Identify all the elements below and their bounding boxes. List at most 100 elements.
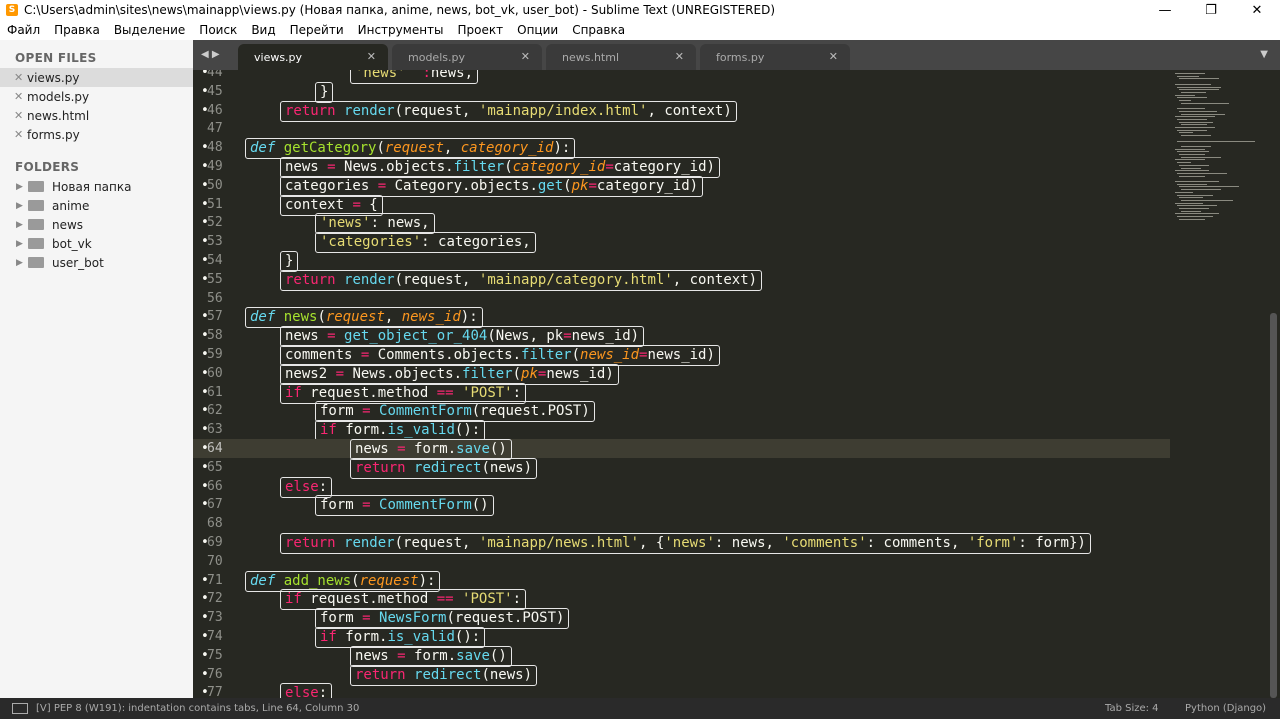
code-line[interactable]: 'news' :news, xyxy=(245,70,1170,84)
caret-right-icon[interactable]: ▶ xyxy=(16,220,28,230)
code-line[interactable]: form = NewsForm(request.POST) xyxy=(245,608,1170,630)
open-file-news-html[interactable]: ✕ news.html xyxy=(0,106,193,125)
code-token: , xyxy=(443,140,461,157)
code-line[interactable]: 'news': news, xyxy=(245,213,1170,235)
menu-selection[interactable]: Выделение xyxy=(107,23,192,37)
code-line[interactable]: return render(request, 'mainapp/news.htm… xyxy=(245,533,1170,554)
close-file-icon[interactable]: ✕ xyxy=(14,128,27,141)
line-number: • 49 xyxy=(193,157,245,176)
code-line[interactable]: def getCategory(request, category_id): xyxy=(245,138,1170,160)
tab-list-menu-icon[interactable]: ▼ xyxy=(1260,49,1268,60)
open-file-models[interactable]: ✕ models.py xyxy=(0,87,193,106)
caret-right-icon[interactable]: ▶ xyxy=(16,201,28,211)
folder-item[interactable]: ▶ news xyxy=(0,215,193,234)
tab-label: news.html xyxy=(562,50,620,64)
close-file-icon[interactable]: ✕ xyxy=(14,90,27,103)
minimap-line xyxy=(1175,73,1205,74)
code-line[interactable]: def news(request, news_id): xyxy=(245,307,1170,329)
close-tab-icon[interactable]: ✕ xyxy=(675,50,684,63)
menu-goto[interactable]: Перейти xyxy=(283,23,351,37)
code-line[interactable]: form = CommentForm() xyxy=(245,495,1170,517)
caret-right-icon[interactable]: ▶ xyxy=(16,258,28,268)
code-line[interactable]: if form.is_valid(): xyxy=(245,420,1170,442)
code-token: form xyxy=(320,403,363,420)
folder-item[interactable]: ▶ anime xyxy=(0,196,193,215)
code-editor[interactable]: 'news' :news,} return render(request, 'ma… xyxy=(245,70,1170,698)
code-line[interactable]: else: xyxy=(245,683,1170,698)
code-line[interactable]: comments = Comments.objects.filter(news_… xyxy=(245,345,1170,366)
minimize-button[interactable]: — xyxy=(1142,0,1188,20)
tab-navigation-arrows-icon[interactable]: ◀ ▶ xyxy=(201,49,220,60)
code-token: 'mainapp/news.html' xyxy=(478,535,640,551)
caret-right-icon[interactable]: ▶ xyxy=(16,182,28,192)
vertical-scrollbar[interactable] xyxy=(1268,70,1280,698)
minimap-line xyxy=(1177,97,1207,99)
code-line[interactable]: news = form.save() xyxy=(245,439,1170,460)
tab-size-indicator[interactable]: Tab Size: 4 xyxy=(1105,703,1185,714)
tab-views-py[interactable]: views.py ✕ xyxy=(238,44,388,70)
line-number-label: 48 xyxy=(207,140,223,156)
syntax-indicator[interactable]: Python (Django) xyxy=(1185,703,1280,714)
code-line[interactable]: else: xyxy=(245,476,1170,498)
menu-file[interactable]: Файл xyxy=(0,23,47,37)
code-line[interactable] xyxy=(245,552,1170,571)
code-line[interactable]: if form.is_valid(): xyxy=(245,627,1170,648)
code-line[interactable]: form = CommentForm(request.POST) xyxy=(245,401,1170,423)
menu-preferences[interactable]: Опции xyxy=(510,23,565,37)
caret-right-icon[interactable]: ▶ xyxy=(16,239,28,249)
code-line[interactable] xyxy=(245,289,1170,308)
menu-find[interactable]: Поиск xyxy=(192,23,244,37)
code-line[interactable]: context = { xyxy=(245,194,1170,216)
code-token: (): xyxy=(454,422,481,439)
code-line[interactable]: } xyxy=(245,251,1170,272)
code-line[interactable]: return render(request, 'mainapp/category… xyxy=(245,269,1170,291)
code-token: news_id) xyxy=(571,328,640,345)
maximize-button[interactable]: ❐ xyxy=(1188,0,1234,20)
minimap[interactable] xyxy=(1170,70,1268,698)
close-tab-icon[interactable]: ✕ xyxy=(829,50,838,63)
code-line[interactable]: news = News.objects.filter(category_id=c… xyxy=(245,157,1170,178)
close-window-button[interactable]: ✕ xyxy=(1234,0,1280,20)
code-token: news xyxy=(285,159,328,175)
close-tab-icon[interactable]: ✕ xyxy=(367,50,376,63)
tab-models-py[interactable]: models.py ✕ xyxy=(392,44,542,70)
code-line[interactable]: def add_news(request): xyxy=(245,570,1170,592)
panel-toggle-icon[interactable] xyxy=(12,703,28,714)
code-token: form. xyxy=(345,422,388,439)
folder-item[interactable]: ▶ Новая папка xyxy=(0,177,193,196)
menu-help[interactable]: Справка xyxy=(565,23,632,37)
code-token: : xyxy=(512,384,522,401)
code-line[interactable]: news2 = News.objects.filter(pk=news_id) xyxy=(245,363,1170,385)
menu-project[interactable]: Проект xyxy=(451,23,511,37)
open-file-views[interactable]: ✕ views.py xyxy=(0,68,193,87)
menu-tools[interactable]: Инструменты xyxy=(351,23,451,37)
tab-news-html[interactable]: news.html ✕ xyxy=(546,44,696,70)
code-line[interactable]: return redirect(news) xyxy=(245,664,1170,686)
code-line[interactable]: categories = Category.objects.get(pk=cat… xyxy=(245,175,1170,197)
code-line[interactable]: if request.method == 'POST': xyxy=(245,382,1170,404)
code-line[interactable]: return redirect(news) xyxy=(245,457,1170,479)
minimap-line xyxy=(1177,140,1255,142)
folder-item[interactable]: ▶ user_bot xyxy=(0,253,193,272)
line-number: • 44 xyxy=(193,70,245,82)
code-line[interactable]: if request.method == 'POST': xyxy=(245,589,1170,611)
menu-view[interactable]: Вид xyxy=(244,23,282,37)
code-line[interactable]: } xyxy=(245,81,1170,103)
tab-forms-py[interactable]: forms.py ✕ xyxy=(700,44,850,70)
code-line[interactable]: news = form.save() xyxy=(245,645,1170,667)
code-line[interactable]: return render(request, 'mainapp/index.ht… xyxy=(245,100,1170,122)
code-token: ( xyxy=(504,159,513,175)
code-line[interactable] xyxy=(245,119,1170,138)
menu-edit[interactable]: Правка xyxy=(47,23,107,37)
code-token: ( xyxy=(512,365,522,382)
code-line[interactable] xyxy=(245,514,1170,533)
line-number-label: 45 xyxy=(207,83,223,99)
folder-item[interactable]: ▶ bot_vk xyxy=(0,234,193,253)
close-file-icon[interactable]: ✕ xyxy=(14,71,27,84)
scrollbar-thumb[interactable] xyxy=(1270,313,1277,698)
open-file-forms[interactable]: ✕ forms.py xyxy=(0,125,193,144)
close-tab-icon[interactable]: ✕ xyxy=(521,50,530,63)
close-file-icon[interactable]: ✕ xyxy=(14,109,27,122)
code-line[interactable]: 'categories': categories, xyxy=(245,232,1170,254)
code-line[interactable]: news = get_object_or_404(News, pk=news_i… xyxy=(245,326,1170,348)
